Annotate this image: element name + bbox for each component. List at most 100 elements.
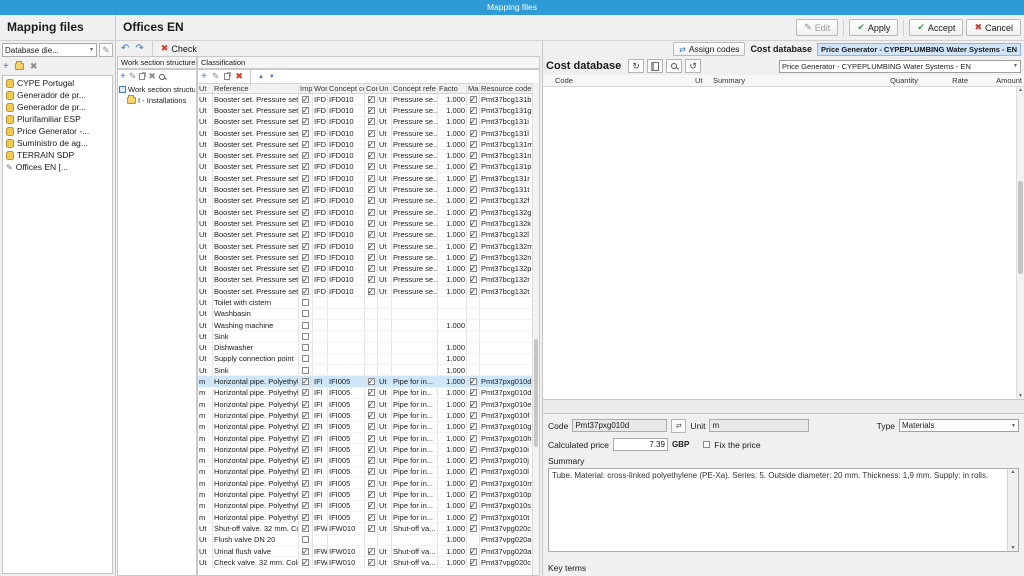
- checkbox-icon[interactable]: [470, 186, 477, 193]
- checkbox-icon[interactable]: [368, 96, 375, 103]
- table-row[interactable]: UtSink: [198, 331, 532, 342]
- checkbox-icon[interactable]: [368, 401, 375, 408]
- checkbox-icon[interactable]: [302, 548, 309, 555]
- checkbox-icon[interactable]: [302, 525, 309, 532]
- checkbox-icon[interactable]: [368, 141, 375, 148]
- database-item[interactable]: Generador de pr...: [3, 101, 112, 113]
- checkbox-icon[interactable]: [302, 536, 309, 543]
- table-row[interactable]: UtBooster set. Pressure set wi...IFDIFD0…: [198, 150, 532, 161]
- scrollbar-thumb[interactable]: [1018, 181, 1023, 275]
- checkbox-icon[interactable]: [368, 480, 375, 487]
- checkbox-icon[interactable]: [470, 457, 477, 464]
- copy-icon[interactable]: [224, 73, 230, 80]
- checkbox-icon[interactable]: [470, 378, 477, 385]
- refresh-button[interactable]: ↻: [628, 59, 644, 73]
- assign-codes-button[interactable]: ⇄ Assign codes: [673, 42, 745, 56]
- table-row[interactable]: UtToilet with cistern: [198, 297, 532, 308]
- table-row[interactable]: UtBooster set. Pressure set wi...IFDIFD0…: [198, 241, 532, 252]
- checkbox-icon[interactable]: [470, 231, 477, 238]
- column-header[interactable]: Concept code: [328, 84, 365, 93]
- cancel-button[interactable]: ✖ Cancel: [966, 19, 1021, 36]
- delete-icon[interactable]: ✖: [148, 71, 156, 82]
- checkbox-icon[interactable]: [368, 265, 375, 272]
- checkbox-icon[interactable]: [368, 525, 375, 532]
- checkbox-icon[interactable]: [302, 243, 309, 250]
- checkbox-icon[interactable]: [368, 435, 375, 442]
- book-button[interactable]: [647, 59, 663, 73]
- checkbox-icon[interactable]: [302, 446, 309, 453]
- move-up-icon[interactable]: ▲: [258, 74, 264, 80]
- copy-icon[interactable]: [139, 73, 145, 80]
- database-item[interactable]: Price Generator -...: [3, 125, 112, 137]
- checkbox-icon[interactable]: [470, 152, 477, 159]
- checkbox-icon[interactable]: [368, 243, 375, 250]
- checkbox-icon[interactable]: [302, 559, 309, 566]
- add-icon[interactable]: +: [3, 61, 9, 72]
- checkbox-icon[interactable]: [302, 491, 309, 498]
- column-header[interactable]: Concept refe: [392, 84, 438, 93]
- checkbox-icon[interactable]: [470, 276, 477, 283]
- column-header[interactable]: Ma: [467, 84, 480, 93]
- checkbox-icon[interactable]: [302, 118, 309, 125]
- database-item[interactable]: Plurifamiliar ESP: [3, 113, 112, 125]
- work-section-root[interactable]: Work section structure: [119, 84, 195, 95]
- checkbox-icon[interactable]: [302, 435, 309, 442]
- checkbox-icon[interactable]: [368, 378, 375, 385]
- work-section-item[interactable]: I - Installations: [127, 95, 195, 106]
- checkbox-icon[interactable]: [470, 423, 477, 430]
- checkbox-icon[interactable]: [470, 514, 477, 521]
- database-item[interactable]: Suministro de ag...: [3, 137, 112, 149]
- checkbox-icon[interactable]: [368, 457, 375, 464]
- table-row[interactable]: mHorizontal pipe. Polyethyle...IFIIFI005…: [198, 433, 532, 444]
- checkbox-icon[interactable]: [302, 276, 309, 283]
- checkbox-icon[interactable]: [302, 468, 309, 475]
- column-header[interactable]: Amount: [970, 76, 1024, 85]
- sync-button[interactable]: ↺: [685, 59, 701, 73]
- column-header[interactable]: Resource code: [480, 84, 534, 93]
- type-selector[interactable]: Materials ▼: [899, 419, 1019, 432]
- table-row[interactable]: UtBooster set. Pressure set wi...IFDIFD0…: [198, 184, 532, 195]
- checkbox-icon[interactable]: [470, 389, 477, 396]
- table-row[interactable]: UtBooster set. Pressure set wi...IFDIFD0…: [198, 207, 532, 218]
- table-row[interactable]: mHorizontal pipe. Polyethyle...IFIIFI005…: [198, 456, 532, 467]
- table-row[interactable]: UtBooster set. Pressure set wi...IFDIFD0…: [198, 94, 532, 105]
- table-row[interactable]: UtBooster set. Pressure set wi...IFDIFD0…: [198, 230, 532, 241]
- checkbox-icon[interactable]: [302, 141, 309, 148]
- checkbox-icon[interactable]: [470, 525, 477, 532]
- database-selector[interactable]: Database die... ▼: [2, 43, 97, 57]
- checkbox-icon[interactable]: [302, 96, 309, 103]
- scroll-up-icon[interactable]: ▲: [1008, 469, 1018, 475]
- checkbox-icon[interactable]: [368, 231, 375, 238]
- edit-database-button[interactable]: ✎: [99, 43, 113, 57]
- delete-icon[interactable]: ✖: [235, 71, 243, 82]
- fix-price-checkbox[interactable]: [703, 441, 710, 448]
- checkbox-icon[interactable]: [470, 254, 477, 261]
- checkbox-icon[interactable]: [470, 175, 477, 182]
- checkbox-icon[interactable]: [302, 254, 309, 261]
- table-row[interactable]: mHorizontal pipe. Polyethyle...IFIIFI005…: [198, 444, 532, 455]
- checkbox-icon[interactable]: [368, 209, 375, 216]
- checkbox-icon[interactable]: [302, 355, 309, 362]
- table-row[interactable]: mHorizontal pipe. Polyethyle...IFIIFI005…: [198, 489, 532, 500]
- checkbox-icon[interactable]: [368, 220, 375, 227]
- checkbox-icon[interactable]: [470, 559, 477, 566]
- table-row[interactable]: UtBooster set. Pressure set wi...IFDIFD0…: [198, 196, 532, 207]
- checkbox-icon[interactable]: [302, 344, 309, 351]
- checkbox-icon[interactable]: [470, 412, 477, 419]
- table-row[interactable]: mHorizontal pipe. Polyethyle...IFIIFI005…: [198, 422, 532, 433]
- add-icon[interactable]: +: [201, 71, 207, 82]
- checkbox-icon[interactable]: [368, 152, 375, 159]
- checkbox-icon[interactable]: [368, 276, 375, 283]
- table-row[interactable]: UtBooster set. Pressure set wi...IFDIFD0…: [198, 252, 532, 263]
- table-row[interactable]: UtBooster set. Pressure set wi...IFDIFD0…: [198, 286, 532, 297]
- checkbox-icon[interactable]: [302, 175, 309, 182]
- checkbox-icon[interactable]: [470, 265, 477, 272]
- table-row[interactable]: UtBooster set. Pressure set wi...IFDIFD0…: [198, 162, 532, 173]
- checkbox-icon[interactable]: [368, 446, 375, 453]
- calculated-price-field[interactable]: 7.39: [613, 438, 668, 451]
- checkbox-icon[interactable]: [302, 322, 309, 329]
- table-row[interactable]: UtSink1.000: [198, 365, 532, 376]
- table-row[interactable]: UtBooster set. Pressure set wi...IFDIFD0…: [198, 263, 532, 274]
- window-titlebar[interactable]: Mapping files: [0, 0, 1024, 15]
- check-button[interactable]: ✖ Check: [161, 43, 197, 54]
